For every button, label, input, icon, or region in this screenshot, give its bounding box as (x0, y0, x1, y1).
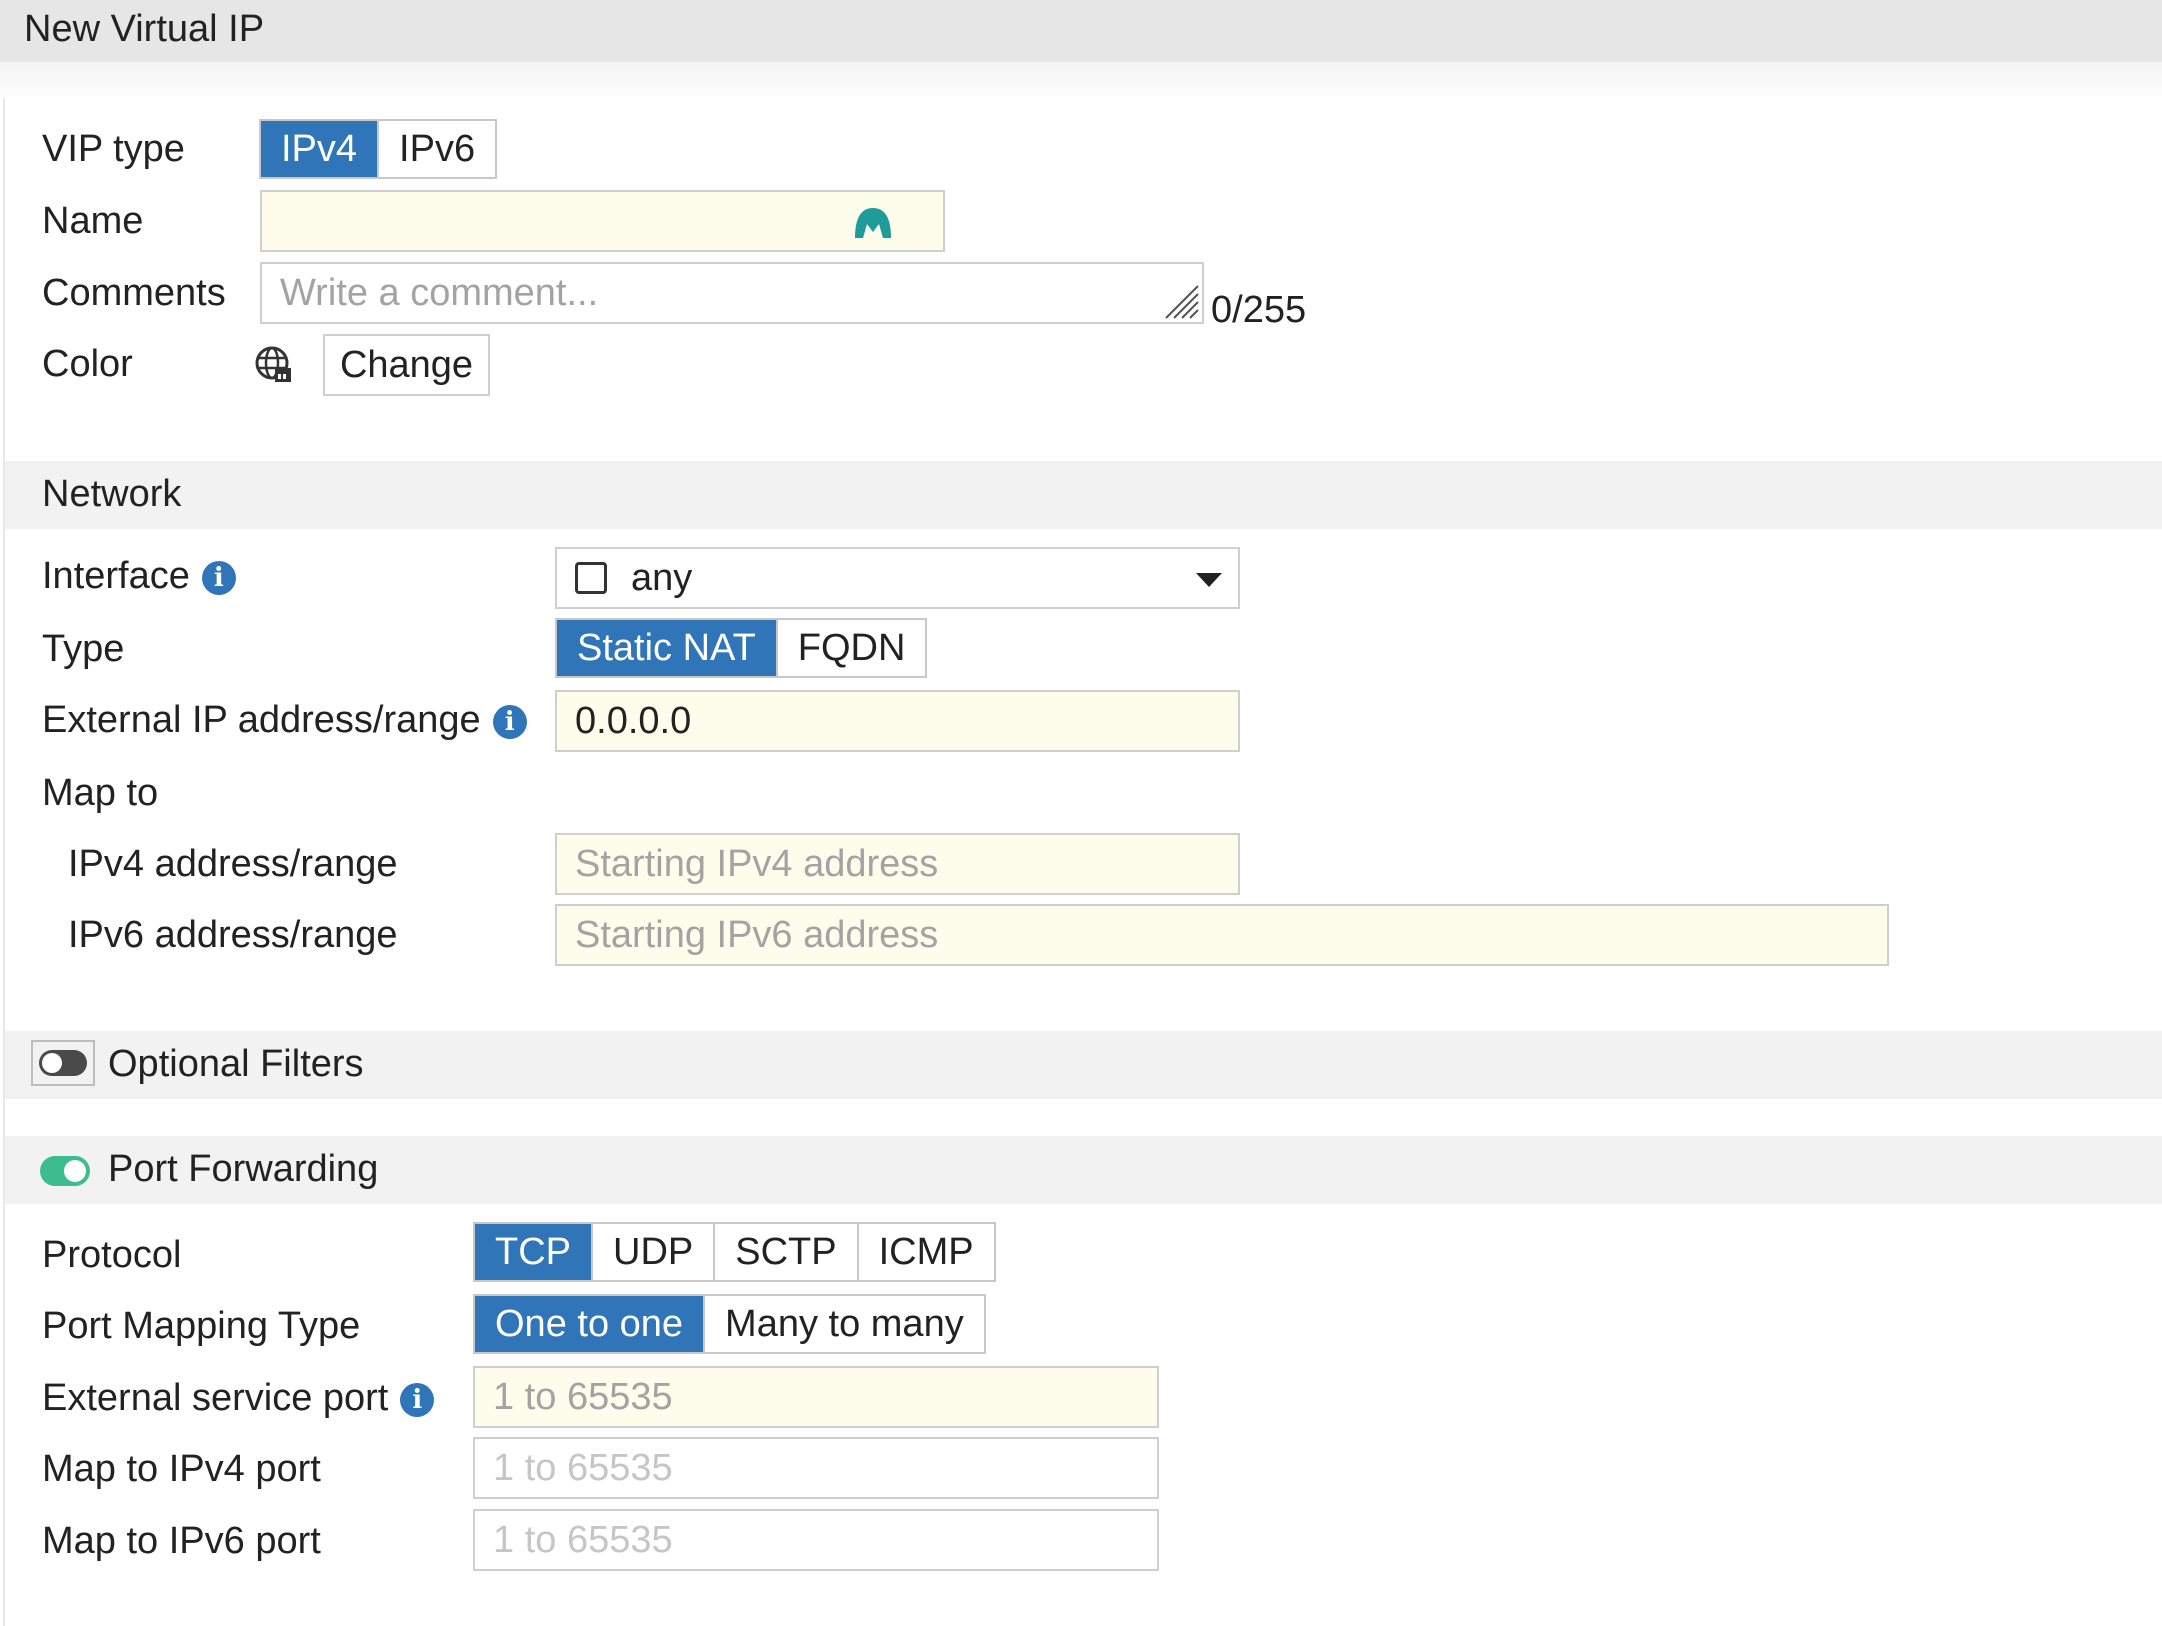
chevron-down-icon (1196, 573, 1222, 587)
toggle-knob (42, 1053, 62, 1073)
external-ip-input[interactable]: 0.0.0.0 (555, 690, 1240, 752)
optional-filters-label: Optional Filters (108, 1043, 364, 1085)
protocol-udp-option[interactable]: UDP (593, 1224, 716, 1280)
name-label: Name (42, 200, 144, 242)
type-static-nat-option[interactable]: Static NAT (557, 620, 778, 676)
protocol-sctp-option[interactable]: SCTP (715, 1224, 859, 1280)
fortinet-dome-icon (855, 208, 891, 238)
info-icon[interactable]: i (400, 1382, 435, 1417)
external-service-port-input[interactable]: 1 to 65535 (473, 1366, 1159, 1428)
comments-placeholder: Write a comment... (280, 271, 599, 314)
map-to-label: Map to (42, 772, 159, 814)
ipv4-range-label: IPv4 address/range (68, 843, 398, 885)
protocol-selector: TCP UDP SCTP ICMP (473, 1222, 996, 1282)
external-service-port-placeholder: 1 to 65535 (493, 1375, 673, 1418)
map-ipv6-port-input[interactable]: 1 to 65535 (473, 1509, 1159, 1571)
interface-label-text: Interface (42, 555, 190, 597)
network-section-title: Network (42, 473, 182, 515)
external-ip-label-text: External IP address/range (42, 699, 481, 741)
port-forwarding-label: Port Forwarding (108, 1148, 379, 1190)
comments-textarea[interactable]: Write a comment... (260, 262, 1204, 324)
map-ipv6-port-placeholder: 1 to 65535 (493, 1518, 673, 1561)
title-bar: New Virtual IP (0, 0, 2162, 62)
type-selector: Static NAT FQDN (555, 618, 928, 678)
ipv6-range-label: IPv6 address/range (68, 914, 398, 956)
panel-left-border (3, 98, 5, 1626)
external-service-port-label: External service port i (42, 1377, 435, 1420)
name-input[interactable] (260, 190, 945, 252)
interface-value: any (631, 556, 693, 599)
external-ip-label: External IP address/range i (42, 699, 527, 742)
optional-filters-toggle[interactable] (31, 1040, 95, 1086)
external-service-port-label-text: External service port (42, 1377, 389, 1419)
vip-type-selector: IPv4 IPv6 (259, 119, 498, 179)
external-ip-value: 0.0.0.0 (575, 699, 692, 742)
protocol-tcp-option[interactable]: TCP (475, 1224, 593, 1280)
info-icon[interactable]: i (492, 704, 527, 739)
network-section-header: Network (5, 461, 2162, 529)
vip-type-ipv6-option[interactable]: IPv6 (379, 121, 495, 177)
toggle-track (39, 1050, 87, 1076)
port-mapping-type-label: Port Mapping Type (42, 1305, 361, 1347)
resize-handle-icon[interactable] (1162, 282, 1200, 320)
interface-select[interactable]: any (555, 547, 1240, 609)
mapping-many-to-many-option[interactable]: Many to many (705, 1296, 984, 1352)
vip-type-label: VIP type (42, 128, 185, 170)
map-ipv6-port-label: Map to IPv6 port (42, 1520, 321, 1562)
map-ipv4-port-placeholder: 1 to 65535 (493, 1446, 673, 1489)
map-ipv4-port-label: Map to IPv4 port (42, 1448, 321, 1490)
panel-top (0, 62, 2162, 100)
ipv6-range-placeholder: Starting IPv6 address (575, 913, 939, 956)
checkbox-icon (575, 562, 607, 594)
comments-counter: 0/255 (1211, 289, 1307, 331)
color-label: Color (42, 343, 133, 385)
port-mapping-type-selector: One to one Many to many (473, 1294, 986, 1354)
ipv6-range-input[interactable]: Starting IPv6 address (555, 904, 1889, 966)
protocol-icmp-option[interactable]: ICMP (859, 1224, 994, 1280)
color-change-button[interactable]: Change (323, 334, 490, 396)
ipv4-range-placeholder: Starting IPv4 address (575, 842, 939, 885)
port-forwarding-section: Port Forwarding (5, 1136, 2162, 1204)
mapping-one-to-one-option[interactable]: One to one (475, 1296, 706, 1352)
ipv4-range-input[interactable]: Starting IPv4 address (555, 833, 1240, 895)
protocol-label: Protocol (42, 1234, 182, 1276)
color-globe-icon (255, 346, 291, 382)
vip-type-ipv4-option[interactable]: IPv4 (261, 121, 380, 177)
interface-label: Interface i (42, 555, 236, 598)
comments-label: Comments (42, 272, 226, 314)
port-forwarding-toggle[interactable] (40, 1156, 90, 1186)
optional-filters-section: Optional Filters (5, 1031, 2162, 1099)
page-title: New Virtual IP (24, 8, 265, 50)
type-fqdn-option[interactable]: FQDN (778, 620, 926, 676)
toggle-knob (64, 1160, 86, 1182)
map-ipv4-port-input[interactable]: 1 to 65535 (473, 1437, 1159, 1499)
type-label: Type (42, 628, 125, 670)
info-icon[interactable]: i (201, 560, 236, 595)
